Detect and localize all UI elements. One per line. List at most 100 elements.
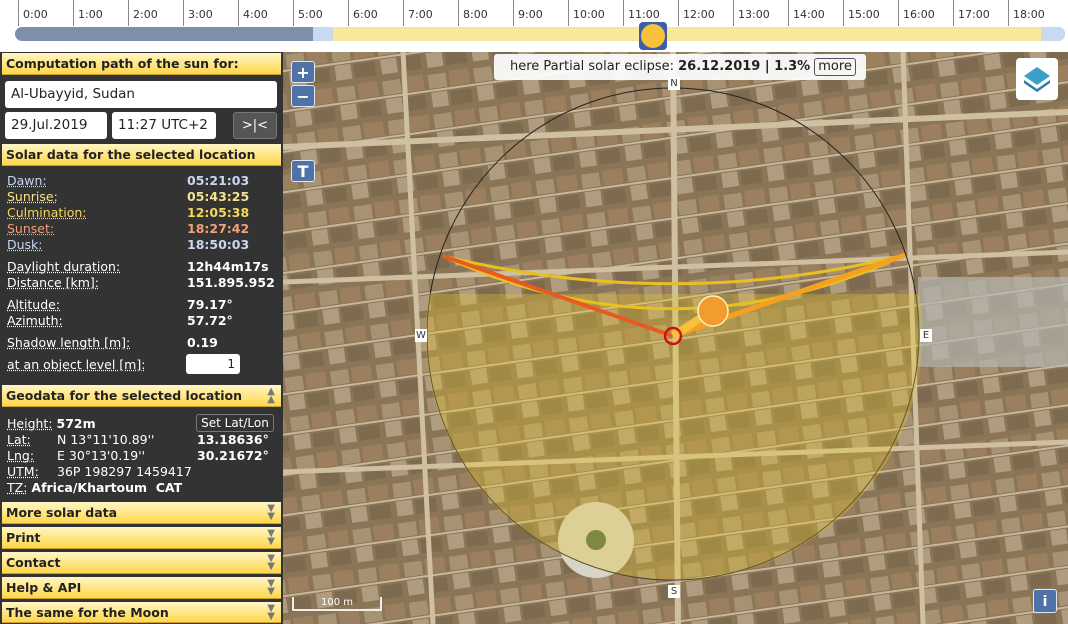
timeline-tick: 18:00 bbox=[1008, 0, 1045, 26]
altitude-label: Altitude: bbox=[7, 297, 61, 312]
chevron-down-icon: ▼ ▼ bbox=[267, 528, 275, 547]
timeline-tick: 4:00 bbox=[238, 0, 268, 26]
geo-header-label: Geodata for the selected location bbox=[6, 388, 243, 403]
sunrise-value: 05:43:25 bbox=[187, 189, 250, 204]
timeline-tick-label: 5:00 bbox=[298, 8, 323, 21]
location-input[interactable]: Al-Ubayyid, Sudan bbox=[5, 81, 277, 108]
satellite-map[interactable]: + − T here Partial solar eclipse: 26.12.… bbox=[283, 52, 1068, 624]
chevron-up-icon: ▲ ▲ bbox=[267, 386, 275, 405]
zoom-in-button[interactable]: + bbox=[291, 61, 315, 83]
distance-label: Distance [km]: bbox=[7, 275, 100, 290]
now-button[interactable]: >|< bbox=[233, 112, 277, 139]
object-level-row: at an object level [m]: bbox=[7, 357, 145, 372]
zoom-out-button[interactable]: − bbox=[291, 85, 315, 107]
dawn-value: 05:21:03 bbox=[187, 173, 250, 188]
side-panel: Computation path of the sun for: Al-Ubay… bbox=[0, 52, 283, 624]
azimuth-label: Azimuth: bbox=[7, 313, 63, 328]
object-level-input[interactable]: 1 bbox=[186, 354, 240, 374]
culmination-label: Culmination: bbox=[7, 205, 87, 220]
section-more-solar[interactable]: More solar data ▼ ▼ bbox=[2, 502, 281, 524]
timeline-tick: 7:00 bbox=[403, 0, 433, 26]
shadow-label: Shadow length [m]: bbox=[7, 335, 131, 350]
timeline-tick-label: 14:00 bbox=[793, 8, 825, 21]
timeline-twilight-evening bbox=[1041, 27, 1065, 41]
timeline-tick-label: 8:00 bbox=[463, 8, 488, 21]
scale-bar: 100 m bbox=[292, 597, 382, 611]
dusk-row: Dusk: 18:50:03 bbox=[7, 237, 249, 252]
lat-label: Lat: bbox=[7, 432, 31, 447]
solar-header[interactable]: Solar data for the selected location bbox=[2, 144, 281, 166]
timeline-tick-label: 17:00 bbox=[958, 8, 990, 21]
timeline-tick-label: 15:00 bbox=[848, 8, 880, 21]
timeline-tick: 15:00 bbox=[843, 0, 880, 26]
time-input[interactable]: 11:27 UTC+2 bbox=[112, 112, 216, 139]
timeline-tick: 6:00 bbox=[348, 0, 378, 26]
timeline-tick-label: 0:00 bbox=[23, 8, 48, 21]
lng-decimal: 30.21672° bbox=[197, 448, 269, 463]
azimuth-value: 57.72° bbox=[187, 313, 233, 328]
set-latlon-button[interactable]: Set Lat/Lon bbox=[196, 414, 274, 432]
timeline-ticks: 0:00 1:00 2:00 3:00 4:00 5:00 6:00 7:00 8:00 9:00… bbox=[0, 0, 1068, 26]
tool-button[interactable]: T bbox=[291, 160, 315, 182]
sun-icon bbox=[641, 24, 665, 48]
object-level-label: at an object level [m]: bbox=[7, 357, 146, 372]
section-contact[interactable]: Contact ▼ ▼ bbox=[2, 552, 281, 574]
section-help-api[interactable]: Help & API ▼ ▼ bbox=[2, 577, 281, 599]
height-label: Height: bbox=[7, 416, 53, 431]
section-label: The same for the Moon bbox=[6, 605, 169, 620]
tz-label: TZ: bbox=[7, 480, 28, 495]
tz-value: Africa/Khartoum CAT bbox=[31, 480, 183, 495]
compass-west: W bbox=[415, 329, 427, 342]
distance-value: 151.895.952 bbox=[187, 275, 275, 290]
layers-button[interactable] bbox=[1016, 58, 1058, 100]
chevron-down-icon: ▼ ▼ bbox=[267, 578, 275, 597]
date-input[interactable]: 29.Jul.2019 bbox=[5, 112, 107, 139]
timeline-tick-label: 9:00 bbox=[518, 8, 543, 21]
height-row: Height: 572m bbox=[7, 416, 96, 431]
geo-header[interactable]: Geodata for the selected location ▲ ▲ bbox=[2, 385, 281, 407]
sunrise-row: Sunrise: 05:43:25 bbox=[7, 189, 249, 204]
timeline-twilight-morning bbox=[313, 27, 333, 41]
time-slider-handle[interactable] bbox=[639, 22, 667, 50]
section-label: Print bbox=[6, 530, 41, 545]
compass-south: S bbox=[668, 585, 680, 598]
timeline-tick-label: 4:00 bbox=[243, 8, 268, 21]
timeline-tick-label: 7:00 bbox=[408, 8, 433, 21]
utm-row: UTM: 36P 198297 1459417 bbox=[7, 464, 192, 479]
path-header[interactable]: Computation path of the sun for: bbox=[2, 53, 281, 75]
timeline-tick-label: 2:00 bbox=[133, 8, 158, 21]
timeline-tick: 3:00 bbox=[183, 0, 213, 26]
azimuth-row: Azimuth: 57.72° bbox=[7, 313, 233, 328]
chevron-down-icon: ▼ ▼ bbox=[267, 553, 275, 572]
timeline-tick-label: 3:00 bbox=[188, 8, 213, 21]
sunset-label: Sunset: bbox=[7, 221, 55, 236]
chevron-down-icon: ▼ ▼ bbox=[267, 603, 275, 622]
sunrise-label: Sunrise: bbox=[7, 189, 58, 204]
compass-east: E bbox=[920, 329, 932, 342]
tz-row: TZ: Africa/Khartoum CAT bbox=[7, 480, 182, 495]
section-print[interactable]: Print ▼ ▼ bbox=[2, 527, 281, 549]
section-moon[interactable]: The same for the Moon ▼ ▼ bbox=[2, 602, 281, 623]
dusk-value: 18:50:03 bbox=[187, 237, 250, 252]
section-label: Contact bbox=[6, 555, 61, 570]
altitude-row: Altitude: 79.17° bbox=[7, 297, 233, 312]
culmination-value: 12:05:38 bbox=[187, 205, 250, 220]
timeline-tick: 17:00 bbox=[953, 0, 990, 26]
eclipse-more-button[interactable]: more bbox=[814, 58, 856, 76]
info-button[interactable]: i bbox=[1033, 589, 1057, 613]
culmination-row: Culmination: 12:05:38 bbox=[7, 205, 249, 220]
timeline-tick-label: 1:00 bbox=[78, 8, 103, 21]
eclipse-banner: here Partial solar eclipse: 26.12.2019 |… bbox=[494, 54, 866, 80]
timeline-track[interactable] bbox=[15, 27, 1065, 41]
height-value: 572m bbox=[56, 416, 96, 431]
dusk-label: Dusk: bbox=[7, 237, 43, 252]
chevron-down-icon: ▼ ▼ bbox=[267, 503, 275, 522]
lng-dms: E 30°13'0.19'' bbox=[57, 448, 146, 463]
eclipse-value: 26.12.2019 | 1.3% bbox=[678, 59, 811, 74]
section-label: Help & API bbox=[6, 580, 82, 595]
section-label: More solar data bbox=[6, 505, 118, 520]
timeline-tick: 1:00 bbox=[73, 0, 103, 26]
dawn-row: Dawn: 05:21:03 bbox=[7, 173, 249, 188]
timeline-tick-label: 18:00 bbox=[1013, 8, 1045, 21]
timeline-bar[interactable]: 0:00 1:00 2:00 3:00 4:00 5:00 6:00 7:00 8:00 9:00… bbox=[0, 0, 1068, 52]
